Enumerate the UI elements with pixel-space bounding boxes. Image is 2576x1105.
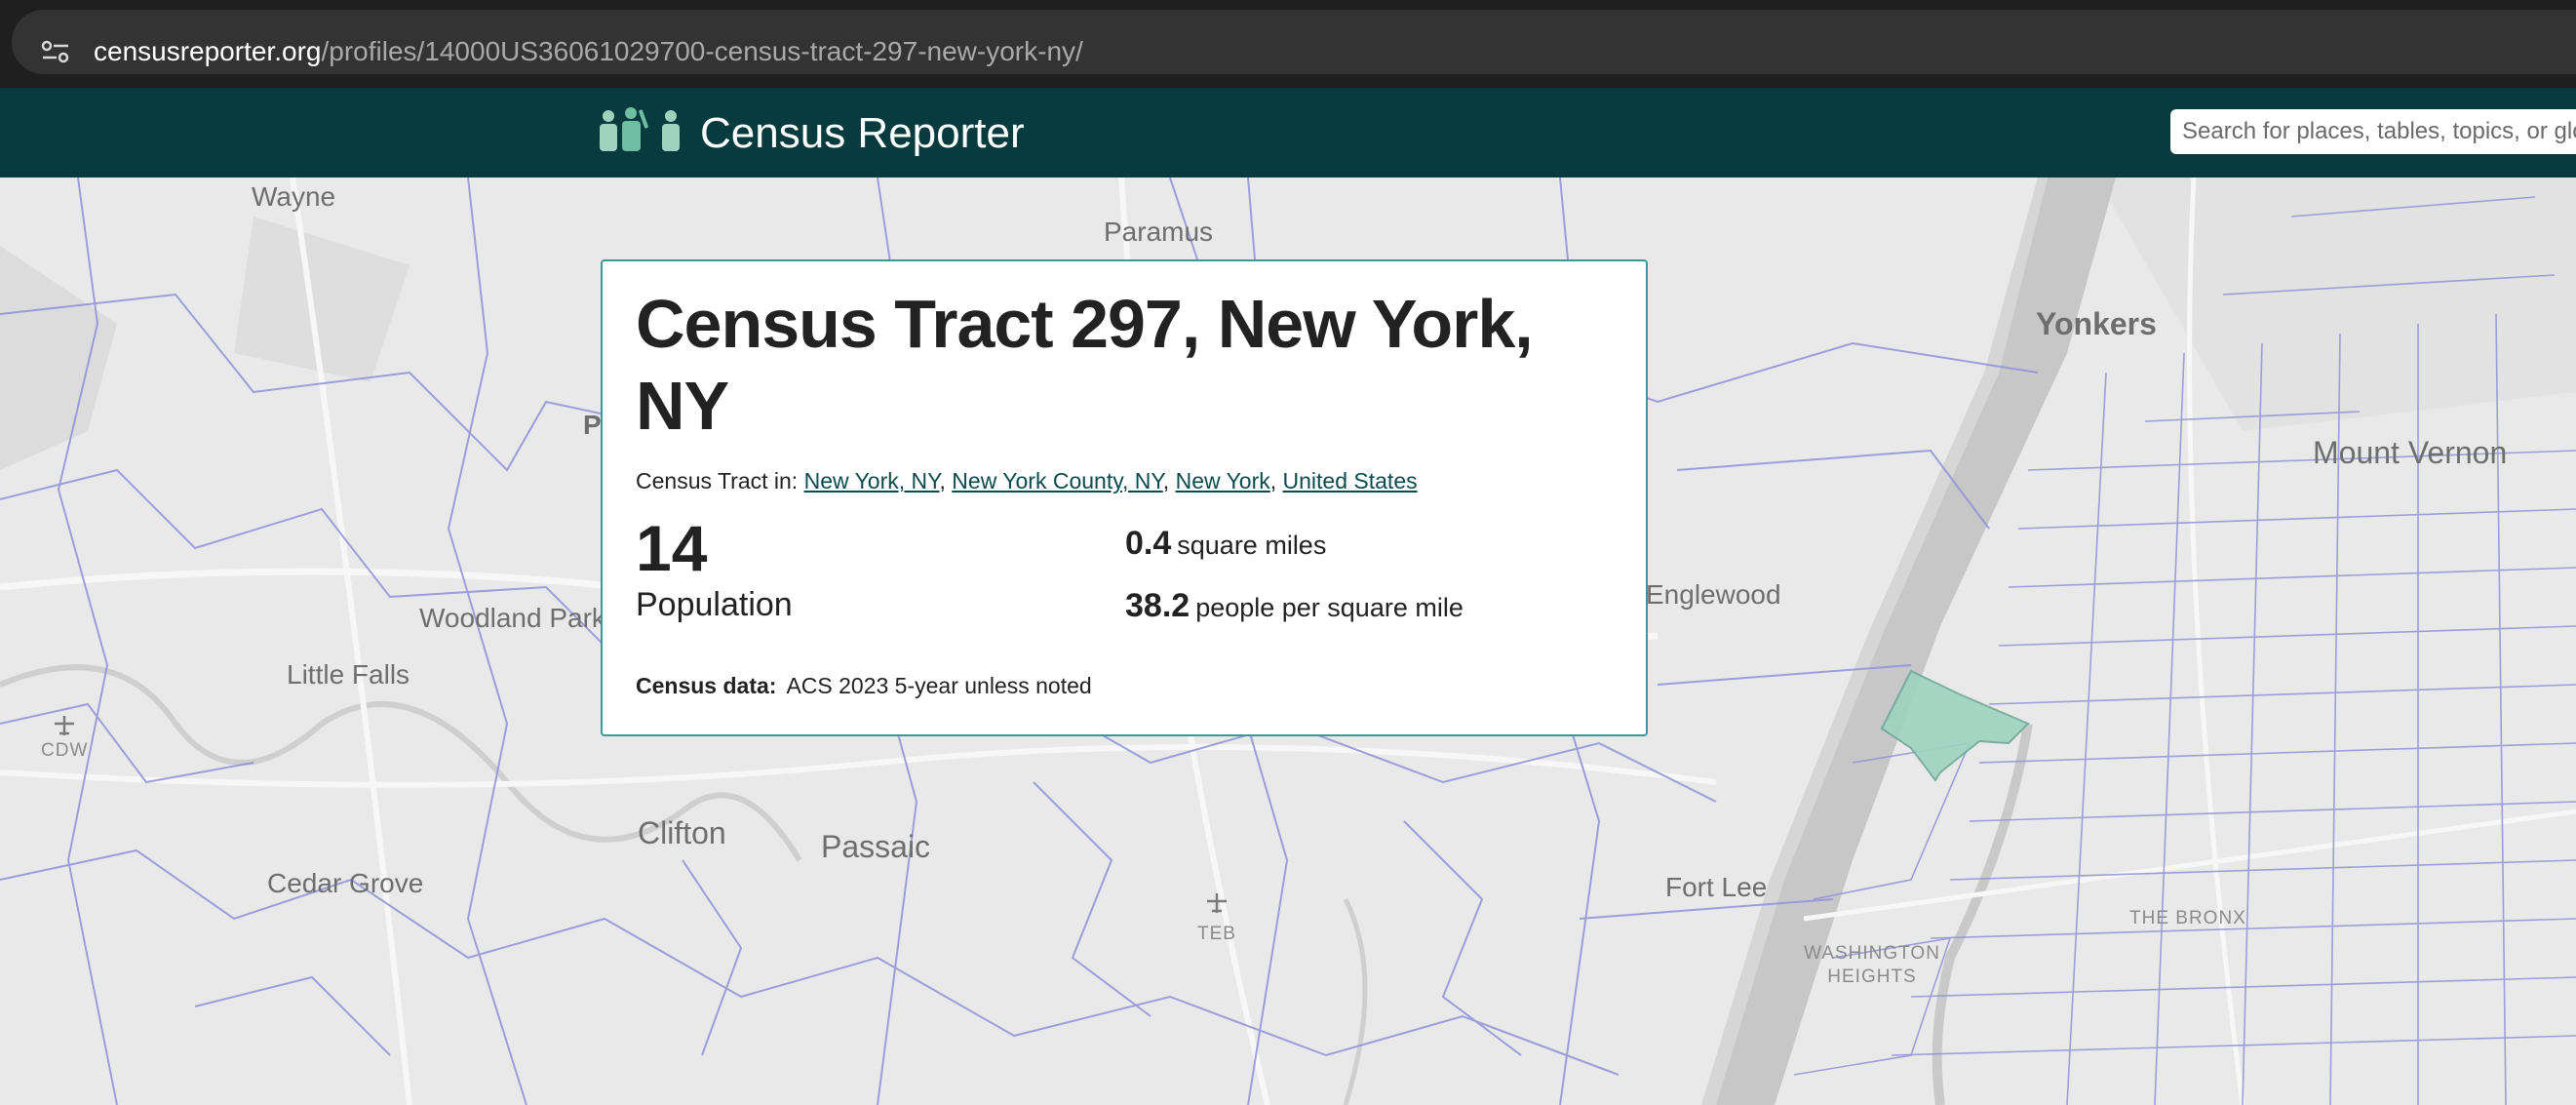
map-label-clifton: Clifton bbox=[638, 815, 726, 850]
data-source-value: ACS 2023 5-year unless noted bbox=[786, 673, 1092, 698]
parent-link-united-states[interactable]: United States bbox=[1283, 468, 1418, 493]
map-label-englewood: Englewood bbox=[1646, 579, 1781, 610]
population-value: 14 bbox=[636, 512, 708, 584]
map-label-cdw: CDW bbox=[41, 740, 89, 761]
url-text[interactable]: censusreporter.org/profiles/14000US36061… bbox=[94, 33, 1083, 70]
density-unit: people per square mile bbox=[1195, 593, 1464, 622]
map-label-woodland-park: Woodland Park bbox=[419, 603, 605, 633]
address-bar[interactable]: censusreporter.org/profiles/14000US36061… bbox=[12, 10, 2576, 74]
parent-geographies: Census Tract in: New York, NY, New York … bbox=[636, 468, 1418, 493]
url-host: censusreporter.org bbox=[94, 36, 322, 66]
page-title: Census Tract 297, New York, NY bbox=[636, 286, 1534, 444]
parent-link-new-york-state[interactable]: New York bbox=[1176, 468, 1270, 493]
site-header: Census Reporter bbox=[0, 88, 2576, 178]
browser-toolbar: censusreporter.org/profiles/14000US36061… bbox=[0, 0, 2576, 88]
tune-icon[interactable] bbox=[41, 39, 70, 64]
parents-prefix: Census Tract in: bbox=[636, 468, 799, 493]
logo-text: Census Reporter bbox=[700, 109, 1025, 157]
area-value: 0.4 bbox=[1125, 525, 1172, 562]
population-label: Population bbox=[636, 586, 793, 623]
area-stat: 0.4 square miles bbox=[1125, 525, 1326, 563]
people-icon bbox=[600, 107, 680, 151]
map-label-wayne: Wayne bbox=[252, 181, 336, 212]
parent-link-new-york-county[interactable]: New York County, NY bbox=[952, 468, 1163, 493]
density-stat: 38.2 people per square mile bbox=[1125, 587, 1464, 625]
map-label-cedar-grove: Cedar Grove bbox=[267, 868, 424, 898]
area-unit: square miles bbox=[1177, 531, 1327, 560]
density-value: 38.2 bbox=[1125, 587, 1190, 624]
data-source-note: Census data: ACS 2023 5-year unless noted bbox=[636, 673, 1092, 699]
url-path: /profiles/14000US36061029700-census-trac… bbox=[321, 36, 1083, 66]
map-label-paramus: Paramus bbox=[1104, 217, 1214, 247]
search-input[interactable] bbox=[2170, 109, 2576, 154]
population-stat: 14 Population bbox=[636, 513, 793, 624]
map-label-yonkers: Yonkers bbox=[2036, 306, 2157, 341]
profile-card: Census Tract 297, New York, NY Census Tr… bbox=[601, 259, 1648, 736]
map-label-mount-vernon: Mount Vernon bbox=[2313, 435, 2508, 470]
map-label-passaic: Passaic bbox=[821, 829, 931, 864]
map-label-p: P bbox=[583, 410, 602, 440]
data-source-label: Census data: bbox=[636, 673, 777, 698]
map-label-the-bronx: THE BRONX bbox=[2129, 908, 2246, 928]
map-label-teb: TEB bbox=[1197, 924, 1236, 944]
map-label-little-falls: Little Falls bbox=[287, 659, 410, 690]
map-label-fort-lee: Fort Lee bbox=[1665, 872, 1768, 902]
parent-link-new-york-ny[interactable]: New York, NY bbox=[804, 468, 940, 493]
map-label-washington-heights: WASHINGTON HEIGHTS bbox=[1804, 943, 1940, 987]
